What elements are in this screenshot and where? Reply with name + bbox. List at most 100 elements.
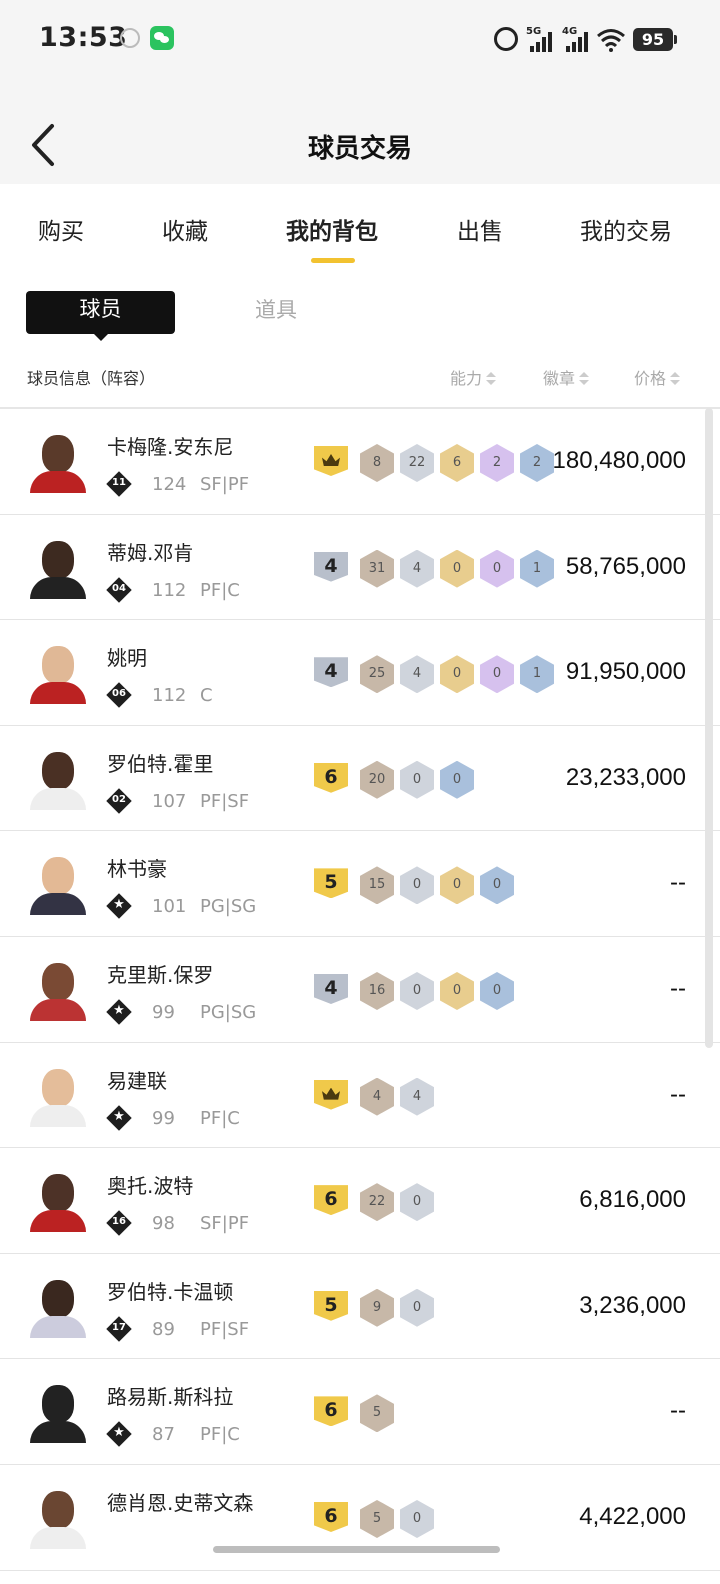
signal-4g-icon: 4G [562,26,592,52]
col-player-info: 球员信息（阵容） [27,369,156,388]
scrollbar[interactable] [705,408,713,1048]
badge-hex-icon: 0 [480,655,514,694]
badge-hex-icon: 0 [400,1183,434,1222]
badge-hex-icon: 0 [400,1499,434,1538]
tab-buy[interactable]: 购买 [38,212,84,246]
player-name: 德肖恩.史蒂文森 [107,1490,254,1515]
badge-hex-icon: 0 [440,971,474,1010]
ability-tier-badge: 6 [314,762,348,793]
player-price: 6,816,000 [579,1186,686,1214]
badge-hex-icon: 4 [400,549,434,588]
star-jersey-icon: ★ [106,1104,132,1131]
player-row[interactable]: 卡梅隆.安东尼 11 124 SF|PF 8 22 6 2 2 180,480,000 [0,409,720,515]
badge-hex-icon: 1 [520,549,554,588]
badge-hex-icon: 6 [440,444,474,482]
jersey-number-badge: 04 [106,576,132,603]
player-avatar [26,746,90,810]
player-name: 姚明 [107,646,147,671]
alarm-icon [494,27,518,51]
badge-hex-icon: 25 [360,655,394,694]
tab-my-trades[interactable]: 我的交易 [580,212,672,246]
badge-hex-icon: 0 [400,760,434,799]
tab-sell[interactable]: 出售 [457,212,503,246]
col-badges-sort[interactable]: 徽章 [543,365,590,389]
ability-tier-badge: 4 [314,551,348,582]
player-overall: 99 [152,1107,175,1129]
player-row[interactable]: 德肖恩.史蒂文森 6 5 0 4,422,000 [0,1465,720,1571]
player-position: PF|SF [200,790,250,812]
page-title: 球员交易 [307,134,412,164]
badge-hex-icon: 9 [360,1288,394,1327]
player-row[interactable]: 奥托.波特 16 98 SF|PF 6 22 0 6,816,000 [0,1148,720,1254]
player-price: 3,236,000 [579,1291,686,1319]
badge-hex-icon: 5 [360,1499,394,1538]
player-row[interactable]: 姚明 06 112 C 4 25 4 0 0 1 91,950,000 [0,620,720,726]
ability-tier-badge: 6 [314,1396,348,1427]
badge-hex-icon: 5 [360,1394,394,1433]
player-price: -- [670,869,686,897]
badge-hex-icon: 0 [400,866,434,905]
player-name: 蒂姆.邓肯 [107,540,194,565]
badge-hex-icon: 8 [360,444,394,482]
player-overall: 101 [152,896,187,918]
player-row[interactable]: 路易斯.斯科拉 ★ 87 PF|C 6 5 -- [0,1359,720,1465]
signal-5g-icon: 5G [526,26,556,52]
badge-hex-icon: 22 [360,1183,394,1222]
jersey-number-badge: 16 [106,1210,132,1236]
badge-hex-icon: 0 [480,866,514,905]
tab-bar: 购买 收藏 我的背包 出售 我的交易 [0,184,720,270]
col-price-sort[interactable]: 价格 [634,365,681,389]
badge-hex-icon: 0 [400,1288,434,1327]
player-avatar [26,1168,90,1233]
player-price: -- [670,1080,686,1108]
player-price: -- [670,974,686,1002]
player-price: 4,422,000 [579,1502,686,1530]
badge-hex-icon: 2 [520,444,554,482]
segment-items[interactable]: 道具 [255,294,297,324]
home-indicator[interactable] [213,1546,500,1553]
wechat-icon [150,26,174,50]
player-name: 克里斯.保罗 [107,962,214,987]
badge-hex-icon: 16 [360,971,394,1010]
player-name: 路易斯.斯科拉 [107,1385,234,1410]
player-price: 180,480,000 [552,447,686,474]
player-overall: 107 [152,790,187,812]
badge-hex-icon: 2 [480,444,514,482]
player-price: 58,765,000 [565,552,686,580]
ability-tier-badge: 4 [314,973,348,1004]
clock-icon [120,28,140,48]
battery-indicator: 95 [633,28,677,51]
ability-tier-badge: 5 [314,868,348,899]
player-row[interactable]: 易建联 ★ 99 PF|C 4 4 -- [0,1043,720,1149]
ability-tier-badge: 4 [314,657,348,688]
active-tab-indicator [311,258,355,263]
player-row[interactable]: 林书豪 ★ 101 PG|SG 5 15 0 0 0 -- [0,831,720,937]
player-price: -- [670,1397,686,1425]
player-overall: 124 [152,474,187,495]
player-row[interactable]: 蒂姆.邓肯 04 112 PF|C 4 31 4 0 0 1 58,765,000 [0,515,720,621]
col-ability-sort[interactable]: 能力 [450,365,497,389]
player-position: PF|SF [200,1318,250,1340]
wifi-icon [597,29,625,52]
ability-tier-badge: 5 [314,1290,348,1321]
badge-hex-icon: 0 [480,971,514,1010]
player-overall: 98 [152,1213,175,1235]
player-row[interactable]: 罗伯特.卡温顿 17 89 PF|SF 5 9 0 3,236,000 [0,1254,720,1360]
tab-my-backpack[interactable]: 我的背包 [286,212,378,246]
player-row[interactable]: 罗伯特.霍里 02 107 PF|SF 6 20 0 0 23,233,000 [0,726,720,832]
player-row[interactable]: 克里斯.保罗 ★ 99 PG|SG 4 16 0 0 0 -- [0,937,720,1043]
player-overall: 99 [152,1001,175,1023]
player-avatar [26,1485,90,1549]
badge-hex-icon: 0 [440,655,474,694]
crown-tier-icon [314,1079,348,1110]
crown-tier-icon [314,446,348,476]
badge-hex-icon: 0 [440,760,474,799]
badge-hex-icon: 1 [520,655,554,694]
jersey-number-badge: 17 [106,1316,132,1342]
segment-players[interactable]: 球员 [26,291,175,334]
player-position: PF|C [200,579,240,601]
tab-favorites[interactable]: 收藏 [162,212,208,246]
player-avatar [26,1274,90,1338]
star-jersey-icon: ★ [106,893,132,920]
jersey-number-badge: 11 [106,471,132,497]
